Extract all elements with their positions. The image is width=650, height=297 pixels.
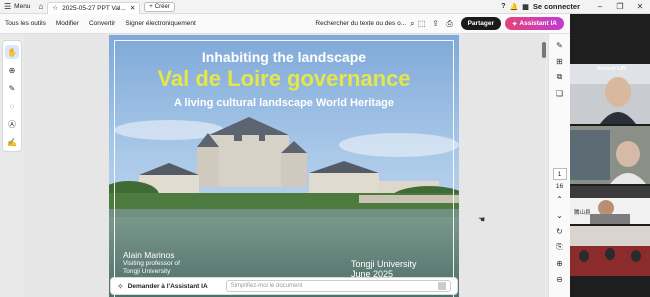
participant-video (570, 186, 650, 224)
close-tab-icon[interactable]: ✕ (130, 4, 135, 12)
create-button[interactable]: + Créer (144, 1, 175, 12)
slide-title-line1: Inhabiting the landscape (201, 49, 367, 65)
video-tile (570, 126, 650, 184)
window-titlebar: ☰ Menu ⌂ ☆ 2025-05-27 PPT Val... ✕ + Cré… (0, 0, 650, 14)
upload-icon[interactable]: ⇪ (429, 19, 443, 28)
slide-subtitle: A living cultural landscape World Herita… (173, 97, 395, 109)
plus-icon: + (149, 3, 153, 10)
document-viewport[interactable]: Inhabiting the landscape Val de Loire go… (24, 34, 545, 297)
slide-page: Inhabiting the landscape Val de Loire go… (109, 35, 459, 297)
search-label: Rechercher du texte ou des o... (315, 20, 407, 27)
zoom-in-icon[interactable]: ⊕ (553, 256, 567, 270)
maximize-icon[interactable]: ❐ (610, 2, 630, 11)
share-button[interactable]: Partager (460, 17, 501, 30)
hamburger-icon: ☰ (4, 2, 12, 11)
slide-title-line2: Val de Loire governance (157, 66, 411, 91)
author-university: Tongji University (123, 268, 171, 275)
assistant-icon: ✧ (117, 281, 124, 291)
chevron-up-icon[interactable]: ⌃ (553, 192, 567, 206)
participant-video (570, 226, 650, 276)
bookmark-icon[interactable]: ⊞ (553, 54, 567, 68)
right-tool-rail: ✎ ⊞ ⧉ ❏ 1 16 ⌃ ⌄ ↻ ⎘ ⊕ ⊖ (548, 34, 570, 297)
slide-author-block: Alain Marinos Visiting professor of Tong… (123, 250, 180, 276)
ai-assistant-button[interactable]: ✦ Assistant IA (504, 17, 564, 30)
lasso-tool-icon[interactable]: ◌ (5, 99, 19, 113)
stamp-tool-icon[interactable]: ✍ (5, 135, 19, 149)
video-tile (570, 226, 650, 276)
help-icon[interactable]: ? (501, 3, 505, 10)
refresh-icon[interactable]: ↻ (553, 224, 567, 238)
ai-assistant-bar: ✧ Demander à l'Assistant IA Simplifiez-m… (110, 277, 458, 295)
video-call-panel: Roland LIN 騰山县 (570, 14, 650, 297)
home-icon: ⌂ (38, 2, 44, 11)
participant-name: Roland LIN (596, 66, 626, 72)
menu-label: Menu (14, 3, 31, 10)
video-tile: Roland LIN (570, 64, 650, 124)
university-name: Tongji University (351, 259, 417, 269)
copy-icon[interactable]: ❏ (553, 86, 567, 100)
hand-cursor-icon: ☚ (478, 215, 486, 224)
assistant-label[interactable]: Demander à l'Assistant IA (128, 283, 208, 290)
account-area: ? 🔔 ▦ Se connecter (491, 2, 590, 11)
window-close-icon[interactable]: ✕ (630, 2, 650, 11)
scrollbar-thumb[interactable] (542, 42, 546, 58)
page-number-input[interactable]: 1 (552, 168, 567, 180)
send-icon[interactable] (438, 282, 446, 290)
participant-name: 騰山县 (574, 210, 591, 216)
bell-icon[interactable]: 🔔 (510, 3, 519, 11)
zoom-out-icon[interactable]: ⊖ (553, 272, 567, 286)
pen-tool-icon[interactable]: ✎ (5, 81, 19, 95)
chevron-down-icon[interactable]: ⌄ (553, 208, 567, 222)
left-tool-rail: ✋ ⊕ ✎ ◌ Ⓐ ✍ (2, 40, 22, 152)
create-label: Créer (154, 3, 170, 10)
menu-edit[interactable]: Modifier (51, 20, 84, 27)
menubar: Tous les outils Modifier Convertir Signe… (0, 14, 570, 34)
page-total: 16 (555, 182, 564, 190)
search-field[interactable]: Rechercher du texte ou des o... ⌕ (315, 19, 414, 29)
participant-video (570, 64, 650, 124)
comment-icon[interactable]: ✎ (553, 38, 567, 52)
attachment-icon[interactable]: ⧉ (553, 70, 567, 84)
apps-icon[interactable]: ▦ (522, 3, 529, 11)
star-icon[interactable]: ☆ (52, 4, 58, 12)
menu-convert[interactable]: Convertir (84, 20, 120, 27)
minimize-icon[interactable]: – (590, 2, 610, 11)
tab-title: 2025-05-27 PPT Val... (62, 4, 126, 12)
tab-document[interactable]: ☆ 2025-05-27 PPT Val... ✕ (47, 1, 141, 14)
participant-video (570, 126, 650, 184)
ai-label: Assistant IA (519, 20, 557, 27)
menu-all-tools[interactable]: Tous les outils (0, 20, 51, 27)
hand-tool-icon[interactable]: ✋ (5, 45, 19, 59)
vertical-scrollbar[interactable] (541, 38, 547, 294)
author-name: Alain Marinos (123, 250, 175, 260)
author-role: Visiting professor of (123, 260, 180, 267)
print-icon[interactable]: ⎙ (443, 19, 457, 29)
slide-university-block: Tongji University June 2025 (351, 259, 417, 279)
video-tile: 騰山县 (570, 186, 650, 224)
zoom-tool-icon[interactable]: ⊕ (5, 63, 19, 77)
text-tool-icon[interactable]: Ⓐ (5, 117, 19, 131)
sparkle-icon: ✦ (511, 20, 518, 28)
save-icon[interactable]: ⬚ (415, 19, 429, 28)
assistant-input[interactable]: Simplifiez-moi le document (225, 280, 451, 292)
home-button[interactable]: ⌂ (34, 0, 47, 14)
assistant-placeholder: Simplifiez-moi le document (230, 283, 303, 289)
menu-button[interactable]: ☰ Menu (0, 0, 34, 14)
menu-esign[interactable]: Signer électroniquement (120, 20, 200, 27)
sign-in-link[interactable]: Se connecter (533, 2, 580, 11)
save-page-icon[interactable]: ⎘ (553, 240, 567, 254)
